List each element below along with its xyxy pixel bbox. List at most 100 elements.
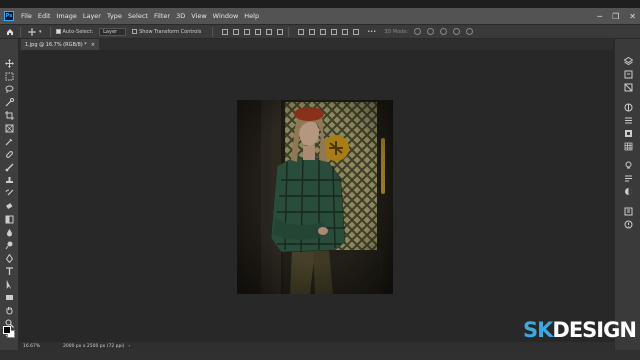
align-center-icon[interactable]	[266, 28, 273, 35]
history-icon[interactable]	[624, 64, 633, 79]
bottom-strip	[0, 350, 640, 360]
show-transform-checkbox[interactable]	[132, 29, 138, 34]
distribute-bottom-icon[interactable]	[320, 28, 327, 35]
crop-icon[interactable]	[5, 105, 14, 120]
photo-woman-at-door	[237, 100, 393, 294]
libraries-icon[interactable]	[624, 155, 633, 169]
styles-icon[interactable]	[624, 123, 633, 137]
close-tab-icon[interactable]: ×	[91, 42, 95, 48]
actions-icon[interactable]	[624, 77, 633, 92]
zoom-level[interactable]: 16.67%	[19, 344, 49, 349]
move-tool-icon[interactable]	[26, 27, 38, 37]
layers-3d-icon[interactable]	[623, 51, 634, 66]
marquee-icon[interactable]	[5, 66, 14, 81]
roll-3d-icon[interactable]	[427, 28, 435, 35]
panel-dock	[614, 39, 640, 350]
menu-layer[interactable]: Layer	[80, 12, 104, 20]
show-transform-label: Show Transform Controls	[139, 28, 202, 35]
properties-icon[interactable]	[624, 110, 633, 124]
menu-type[interactable]: Type	[104, 12, 125, 20]
distribute-left-icon[interactable]	[331, 28, 338, 35]
align-right-icon[interactable]	[277, 28, 284, 35]
slide-3d-icon[interactable]	[453, 28, 461, 35]
photoshop-logo-icon: Ps	[4, 11, 14, 21]
document-tab-bar: 1.jpg @ 16.7% (RGB/8) * ×	[19, 39, 613, 50]
dodge-icon[interactable]	[5, 235, 14, 250]
watermark-design: DESIGN	[552, 318, 637, 342]
auto-select-target-dropdown[interactable]: Layer	[99, 27, 127, 36]
document-tab[interactable]: 1.jpg @ 16.7% (RGB/8) * ×	[21, 39, 99, 50]
zoom-icon[interactable]	[5, 313, 14, 328]
window-controls: ─ ❐ ✕	[597, 8, 636, 24]
healing-brush-icon[interactable]	[5, 144, 14, 158]
eraser-icon[interactable]	[5, 196, 14, 210]
scale-3d-icon[interactable]	[466, 28, 474, 35]
swatches-icon[interactable]	[624, 136, 633, 151]
menu-file[interactable]: File	[18, 12, 35, 20]
document-image[interactable]	[237, 100, 393, 294]
paths-icon[interactable]	[624, 168, 633, 182]
watermark-sk: SK	[523, 318, 553, 342]
align-group	[222, 28, 284, 35]
tools-panel	[0, 39, 19, 350]
menu-help[interactable]: Help	[241, 12, 262, 20]
home-icon[interactable]	[5, 27, 15, 37]
auto-select-label: Auto-Select:	[62, 28, 94, 35]
document-info: 2000 px x 2500 px (72 ppi)	[63, 343, 125, 349]
close-icon[interactable]: ✕	[629, 12, 636, 21]
quick-select-icon[interactable]	[5, 92, 14, 107]
align-middle-icon[interactable]	[233, 28, 240, 35]
orbit-3d-icon[interactable]	[414, 28, 422, 35]
menu-select[interactable]: Select	[125, 12, 151, 20]
pen-icon[interactable]	[5, 248, 14, 264]
path-selection-icon[interactable]	[5, 274, 14, 289]
more-options-icon[interactable]: •••	[367, 29, 376, 35]
clone-stamp-icon[interactable]	[5, 170, 14, 183]
channels-icon[interactable]	[624, 214, 633, 229]
menu-image[interactable]: Image	[53, 12, 79, 20]
lasso-icon[interactable]	[5, 79, 14, 93]
menu-bar: Ps File Edit Image Layer Type Select Fil…	[0, 8, 640, 24]
maximize-icon[interactable]: ❐	[612, 12, 619, 21]
distribute-top-icon[interactable]	[298, 28, 305, 35]
menu-filter[interactable]: Filter	[151, 12, 173, 20]
menu-3d[interactable]: 3D	[173, 12, 188, 20]
chevron-right-icon[interactable]: ›	[128, 344, 130, 349]
divider	[212, 26, 214, 37]
brush-icon[interactable]	[5, 157, 14, 172]
hand-icon[interactable]	[5, 300, 14, 315]
gradient-icon[interactable]	[5, 209, 14, 224]
3d-mode-group	[414, 28, 474, 35]
menu-view[interactable]: View	[188, 12, 209, 20]
canvas-area[interactable]	[19, 50, 613, 342]
menu-edit[interactable]: Edit	[35, 12, 54, 20]
distribute-right-icon[interactable]	[353, 28, 360, 35]
move-icon[interactable]	[5, 53, 14, 68]
options-bar: ▾ Auto-Select: Layer Show Transform Cont…	[0, 24, 640, 39]
dropdown-value: Layer	[103, 28, 118, 35]
rectangle-icon[interactable]	[5, 287, 14, 300]
blur-icon[interactable]	[5, 222, 14, 237]
photoshop-window: Ps File Edit Image Layer Type Select Fil…	[0, 0, 640, 360]
adjustments-icon[interactable]	[624, 97, 633, 112]
align-bottom-icon[interactable]	[244, 28, 251, 35]
chevron-down-icon[interactable]: ▾	[39, 29, 42, 35]
foreground-color-swatch[interactable]	[3, 326, 11, 334]
color-icon[interactable]	[624, 181, 633, 195]
type-icon[interactable]	[5, 261, 14, 275]
align-top-icon[interactable]	[222, 28, 229, 35]
frame-icon[interactable]	[5, 118, 14, 133]
history-brush-icon[interactable]	[5, 183, 14, 196]
document-tab-title: 1.jpg @ 16.7% (RGB/8) *	[25, 41, 87, 48]
minimize-icon[interactable]: ─	[597, 12, 602, 21]
distribute-middle-icon[interactable]	[309, 28, 316, 35]
drag-3d-icon[interactable]	[440, 28, 448, 35]
eyedropper-icon[interactable]	[5, 131, 14, 146]
auto-select-checkbox[interactable]	[55, 29, 61, 34]
divider	[20, 26, 21, 37]
status-bar: 16.67% 2000 px x 2500 px (72 ppi) ›	[19, 342, 614, 350]
info-icon[interactable]	[624, 201, 633, 216]
menu-window[interactable]: Window	[210, 12, 242, 20]
distribute-center-icon[interactable]	[342, 28, 349, 35]
align-left-icon[interactable]	[255, 28, 262, 35]
